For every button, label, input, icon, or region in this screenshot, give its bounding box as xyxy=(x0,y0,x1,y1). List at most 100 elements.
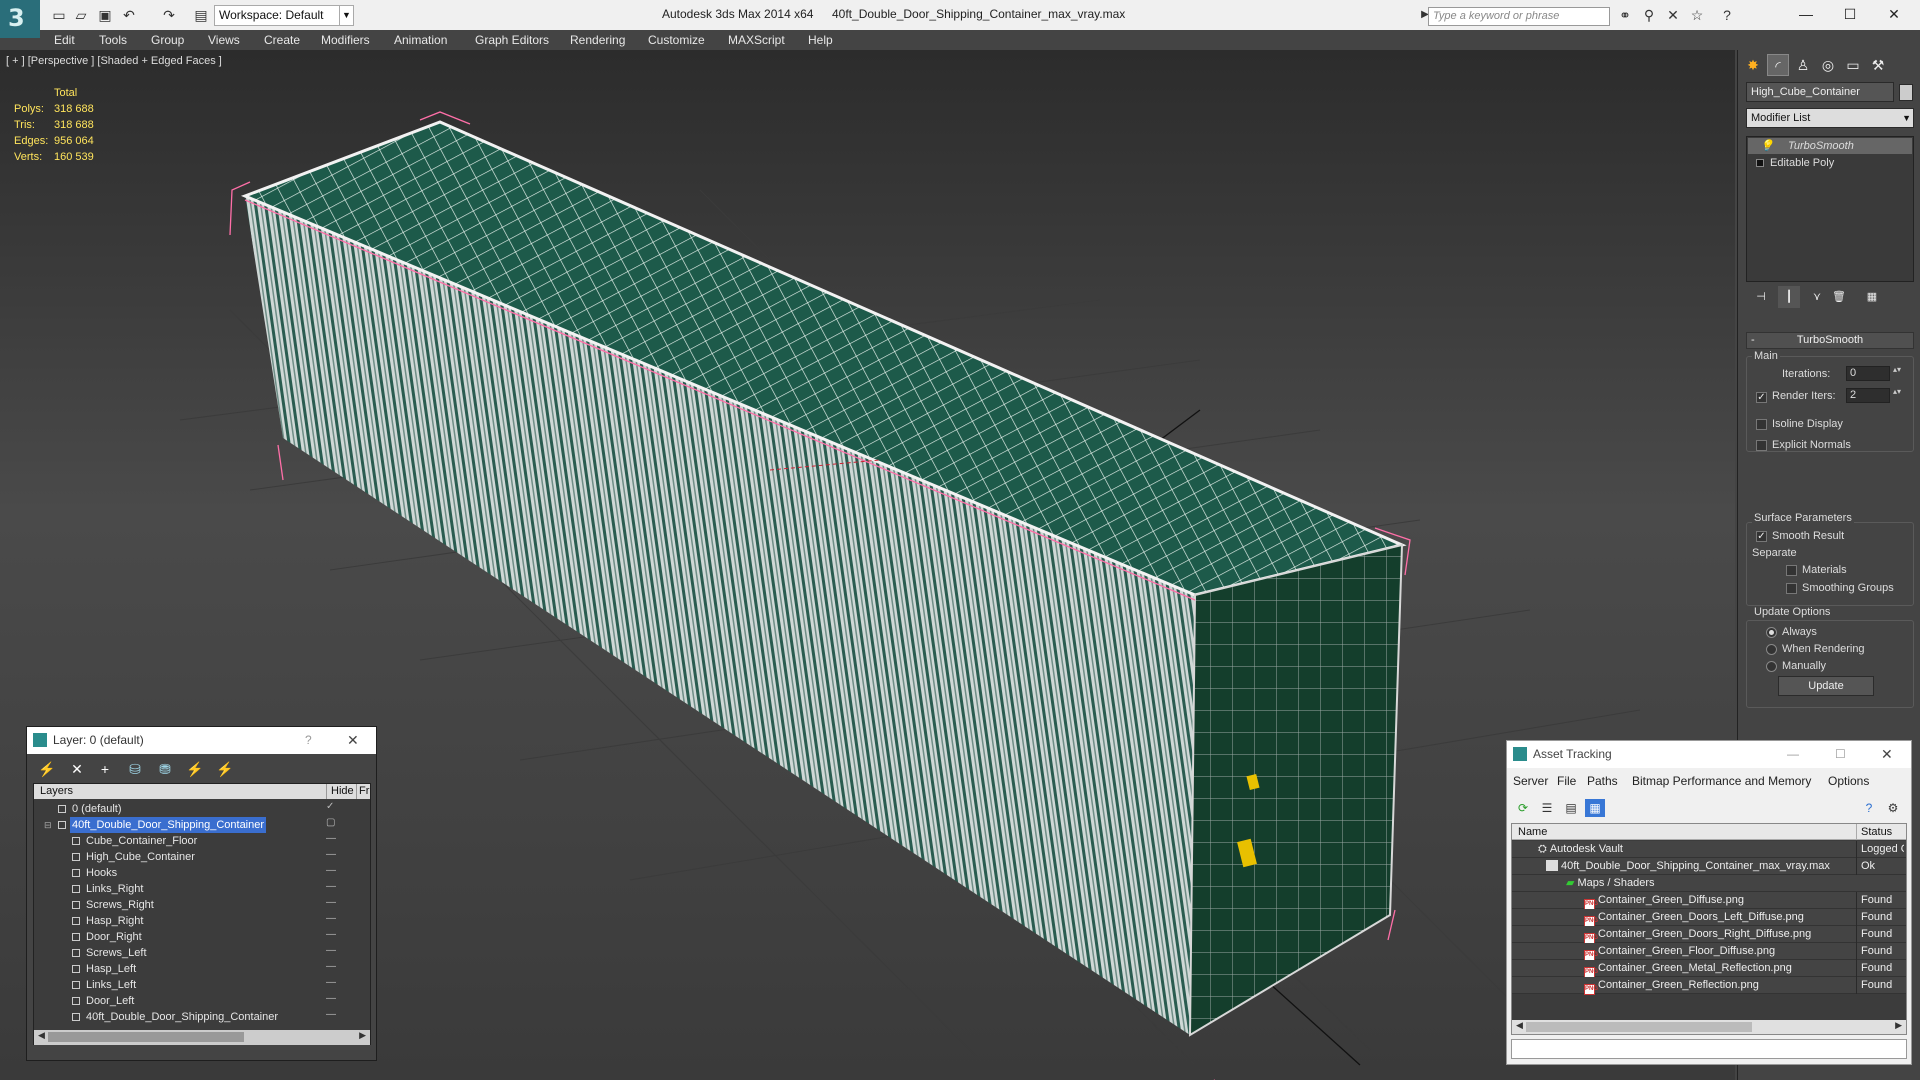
settings-icon[interactable]: ⚙ xyxy=(1883,799,1903,817)
hide-all-layers-icon[interactable]: ⚡ xyxy=(185,760,205,778)
add-to-layer-icon[interactable]: + xyxy=(95,760,115,778)
render-iters-checkbox[interactable]: ✓ xyxy=(1756,392,1767,403)
isoline-display-checkbox[interactable] xyxy=(1756,419,1767,430)
layer-row[interactable]: Hooks xyxy=(42,865,318,881)
asset-row[interactable]: PNGContainer_Green_Metal_Reflection.png F… xyxy=(1512,960,1906,978)
asset-row[interactable]: ▰ Maps / Shaders xyxy=(1512,875,1906,892)
asset-horizontal-scrollbar[interactable]: ◀ ▶ xyxy=(1512,1020,1906,1034)
layer-dialog-titlebar[interactable]: Layer: 0 (default) ? ✕ xyxy=(27,727,376,754)
object-color-swatch[interactable] xyxy=(1899,84,1913,101)
asset-row[interactable]: PNGContainer_Green_Reflection.png Found xyxy=(1512,977,1906,995)
layer-horizontal-scrollbar[interactable]: ◀ ▶ xyxy=(34,1030,370,1045)
when-rendering-radio[interactable] xyxy=(1766,644,1777,655)
table-view-icon[interactable]: ▦ xyxy=(1585,799,1605,817)
close-icon[interactable]: ✕ xyxy=(1881,741,1893,768)
layer-row[interactable]: Screws_Left xyxy=(42,945,318,961)
highlight-layer-icon[interactable]: ⛃ xyxy=(155,760,175,778)
help-icon[interactable]: ? xyxy=(1718,6,1736,24)
hide-toggle[interactable]: — xyxy=(326,897,338,908)
app-logo-button[interactable]: 3 xyxy=(0,0,40,38)
layer-row[interactable]: Hasp_Right xyxy=(42,913,318,929)
hide-toggle[interactable]: — xyxy=(326,1009,338,1020)
utilities-tab-icon[interactable]: ⚒ xyxy=(1867,54,1889,76)
asset-row[interactable]: ⛭Autodesk Vault Logged Out xyxy=(1512,841,1906,858)
layer-row[interactable]: Screws_Right xyxy=(42,897,318,913)
show-end-result-icon[interactable]: ┃ xyxy=(1778,286,1800,308)
hide-toggle[interactable]: ✓ xyxy=(326,801,338,812)
manually-radio[interactable] xyxy=(1766,661,1777,672)
asset-row[interactable]: PNGContainer_Green_Diffuse.png Found xyxy=(1512,892,1906,910)
open-file-icon[interactable]: ▱ xyxy=(72,6,90,24)
subscription-icon[interactable]: ⚲ xyxy=(1640,6,1658,24)
menu-group[interactable]: Group xyxy=(151,33,184,47)
display-tab-icon[interactable]: ▭ xyxy=(1842,54,1864,76)
layer-row[interactable]: Door_Right xyxy=(42,929,318,945)
undo-icon[interactable]: ↶ xyxy=(120,6,138,24)
refresh-icon[interactable]: ⟳ xyxy=(1513,799,1533,817)
menu-animation[interactable]: Animation xyxy=(394,33,447,47)
layer-row[interactable]: Door_Left xyxy=(42,993,318,1009)
col-name[interactable]: Name xyxy=(1518,824,1547,840)
save-file-icon[interactable]: ▣ xyxy=(96,6,114,24)
new-file-icon[interactable]: ▭ xyxy=(50,6,68,24)
lightbulb-icon[interactable]: 💡 xyxy=(1760,138,1774,154)
asset-menu-paths[interactable]: Paths xyxy=(1587,774,1618,788)
asset-menu-bitmap[interactable]: Bitmap Performance and Memory xyxy=(1632,774,1811,788)
smoothing-groups-checkbox[interactable] xyxy=(1786,583,1797,594)
asset-row[interactable]: PNGContainer_Green_Doors_Left_Diffuse.pn… xyxy=(1512,909,1906,927)
freeze-all-layers-icon[interactable]: ⚡ xyxy=(215,760,235,778)
viewport-label[interactable]: [ + ] [Perspective ] [Shaded + Edged Fac… xyxy=(6,55,222,67)
make-unique-icon[interactable]: ⋎ xyxy=(1806,286,1828,308)
smooth-result-checkbox[interactable]: ✓ xyxy=(1756,531,1767,542)
favorites-star-icon[interactable]: ☆ xyxy=(1688,6,1706,24)
hide-toggle[interactable]: — xyxy=(326,993,338,1004)
scrollbar-thumb[interactable] xyxy=(1526,1022,1752,1032)
col-status[interactable]: Status xyxy=(1856,824,1892,840)
asset-menu-server[interactable]: Server xyxy=(1513,774,1548,788)
asset-row[interactable]: 40ft_Double_Door_Shipping_Container_max_… xyxy=(1512,858,1906,875)
hide-toggle[interactable]: — xyxy=(326,929,338,940)
menu-tools[interactable]: Tools xyxy=(99,33,127,47)
menu-create[interactable]: Create xyxy=(264,33,300,47)
asset-row[interactable]: PNGContainer_Green_Doors_Right_Diffuse.p… xyxy=(1512,926,1906,944)
hide-toggle[interactable]: — xyxy=(326,913,338,924)
hide-toggle[interactable]: — xyxy=(326,961,338,972)
help-icon[interactable]: ? xyxy=(305,727,312,754)
hide-toggle[interactable]: — xyxy=(326,865,338,876)
col-layers[interactable]: Layers xyxy=(40,784,73,799)
stack-item-turbosmooth[interactable]: 💡 TurboSmooth xyxy=(1748,138,1912,154)
stack-item-editable-poly[interactable]: Editable Poly xyxy=(1748,155,1912,171)
menu-views[interactable]: Views xyxy=(208,33,240,47)
pin-stack-icon[interactable]: ⊣ xyxy=(1750,286,1772,308)
menu-rendering[interactable]: Rendering xyxy=(570,33,625,47)
explicit-normals-checkbox[interactable] xyxy=(1756,440,1767,451)
asset-menu-options[interactable]: Options xyxy=(1828,774,1869,788)
remove-modifier-icon[interactable]: 🗑 xyxy=(1828,286,1850,308)
minimize-button[interactable]: — xyxy=(1786,2,1826,26)
layer-row[interactable]: Hasp_Left xyxy=(42,961,318,977)
modifier-list-dropdown[interactable]: Modifier List ▼ xyxy=(1746,108,1914,128)
create-tab-icon[interactable]: ✸ xyxy=(1742,54,1764,76)
asset-row[interactable]: PNGContainer_Green_Floor_Diffuse.png Foun… xyxy=(1512,943,1906,961)
layer-row[interactable]: Links_Right xyxy=(42,881,318,897)
maximize-button[interactable]: ☐ xyxy=(1830,2,1870,26)
materials-checkbox[interactable] xyxy=(1786,565,1797,576)
expand-box-icon[interactable] xyxy=(1756,159,1764,167)
collapse-icon[interactable]: ⊟ xyxy=(44,817,52,833)
create-layer-icon[interactable]: ⚡ xyxy=(37,760,57,778)
render-iters-spinner[interactable]: 2 xyxy=(1846,388,1901,403)
search-input[interactable]: Type a keyword or phrase xyxy=(1428,7,1610,26)
hide-toggle[interactable]: ▢ xyxy=(326,817,338,828)
motion-tab-icon[interactable]: ◎ xyxy=(1817,54,1839,76)
always-radio[interactable] xyxy=(1766,627,1777,638)
asset-menu-file[interactable]: File xyxy=(1557,774,1576,788)
binoculars-icon[interactable]: ⚭ xyxy=(1616,6,1634,24)
asset-path-field[interactable] xyxy=(1511,1039,1907,1059)
turbosmooth-rollout-title[interactable]: - TurboSmooth xyxy=(1746,332,1914,349)
close-icon[interactable]: ✕ xyxy=(347,727,359,754)
hide-toggle[interactable]: — xyxy=(326,881,338,892)
col-hide[interactable]: Hide xyxy=(326,784,354,799)
workspace-dropdown[interactable]: Workspace: Default ▼ xyxy=(214,5,354,26)
thumbnail-view-icon[interactable]: ▤ xyxy=(1561,799,1581,817)
col-freeze[interactable]: Fr xyxy=(356,784,369,799)
